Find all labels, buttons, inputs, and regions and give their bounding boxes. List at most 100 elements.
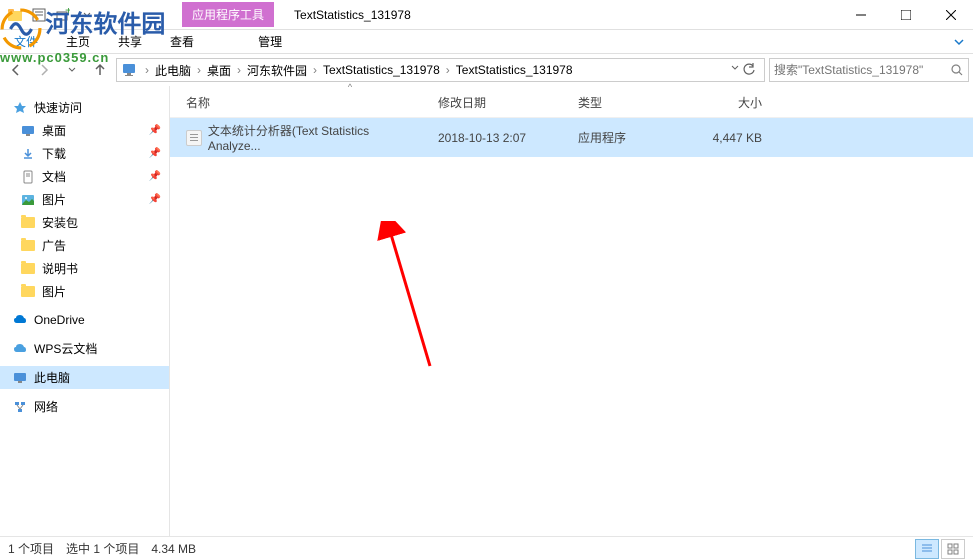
desktop-icon — [20, 123, 36, 139]
file-type: 应用程序 — [570, 129, 670, 146]
status-item-count: 1 个项目 — [8, 540, 54, 557]
file-date: 2018-10-13 2:07 — [430, 131, 570, 145]
file-size: 4,447 KB — [670, 131, 770, 145]
tab-manage[interactable]: 管理 — [244, 30, 296, 53]
nav-thispc[interactable]: 此电脑 — [0, 366, 169, 389]
folder-icon — [20, 261, 36, 277]
pictures-icon — [20, 192, 36, 208]
search-icon[interactable] — [950, 63, 964, 77]
breadcrumb-item[interactable]: TextStatistics_131978 — [321, 63, 442, 77]
ribbon-expand-icon[interactable] — [953, 36, 973, 48]
dropdown-icon[interactable] — [730, 63, 740, 77]
nav-wps[interactable]: WPS云文档 — [0, 337, 169, 360]
annotation-arrow — [360, 221, 440, 371]
maximize-button[interactable] — [883, 1, 928, 29]
address-bar: › 此电脑 › 桌面 › 河东软件园 › TextStatistics_1319… — [0, 54, 973, 86]
nav-label: 广告 — [42, 237, 66, 254]
nav-folder-item[interactable]: 图片 — [0, 280, 169, 303]
column-type[interactable]: 类型 — [570, 94, 670, 111]
nav-folder-item[interactable]: 说明书 — [0, 257, 169, 280]
folder-icon — [20, 238, 36, 254]
breadcrumb-root[interactable]: 此电脑 — [153, 62, 193, 79]
breadcrumb-item[interactable]: TextStatistics_131978 — [454, 63, 575, 77]
document-icon — [20, 169, 36, 185]
cloud-icon — [12, 312, 28, 328]
nav-label: 桌面 — [42, 122, 66, 139]
status-selected-count: 选中 1 个项目 — [66, 540, 139, 557]
cloud-icon — [12, 341, 28, 357]
nav-documents[interactable]: 文档 📌 — [0, 165, 169, 188]
nav-folder-item[interactable]: 广告 — [0, 234, 169, 257]
pin-icon: 📌 — [149, 125, 161, 136]
nav-label: 下载 — [42, 145, 66, 162]
minimize-button[interactable] — [838, 1, 883, 29]
quick-access-toolbar: + — [0, 4, 102, 26]
nav-label: WPS云文档 — [34, 340, 97, 357]
svg-text:+: + — [65, 8, 70, 17]
folder-icon — [20, 284, 36, 300]
qat-dropdown-icon[interactable] — [76, 4, 98, 26]
forward-button[interactable] — [32, 58, 56, 82]
ribbon-tabs: 文件 主页 共享 查看 管理 — [0, 30, 973, 54]
nav-label: 网络 — [34, 398, 58, 415]
status-size: 4.34 MB — [151, 542, 196, 556]
up-button[interactable] — [88, 58, 112, 82]
icons-view-button[interactable] — [941, 539, 965, 559]
properties-icon[interactable] — [28, 4, 50, 26]
file-name: 文本统计分析器(Text Statistics Analyze... — [208, 122, 422, 153]
nav-network[interactable]: 网络 — [0, 395, 169, 418]
nav-quick-access[interactable]: 快速访问 — [0, 96, 169, 119]
nav-folder-item[interactable]: 安装包 — [0, 211, 169, 234]
recent-dropdown-icon[interactable] — [60, 58, 84, 82]
breadcrumb-item[interactable]: 桌面 — [205, 62, 233, 79]
tab-share[interactable]: 共享 — [104, 30, 156, 53]
chevron-right-icon[interactable]: › — [193, 63, 205, 77]
pin-icon: 📌 — [149, 171, 161, 182]
file-list: ^ 名称 修改日期 类型 大小 文本统计分析器(Text Statistics … — [170, 86, 973, 536]
contextual-tab-label: 应用程序工具 — [182, 2, 274, 27]
breadcrumb-item[interactable]: 河东软件园 — [245, 62, 309, 79]
navigation-pane: 快速访问 桌面 📌 下载 📌 文档 📌 图片 📌 — [0, 86, 170, 536]
column-name[interactable]: 名称 — [170, 94, 430, 111]
tab-home[interactable]: 主页 — [52, 30, 104, 53]
nav-label: 说明书 — [42, 260, 78, 277]
network-icon — [12, 399, 28, 415]
search-input[interactable] — [774, 63, 950, 77]
new-folder-icon[interactable]: + — [52, 4, 74, 26]
nav-downloads[interactable]: 下载 📌 — [0, 142, 169, 165]
refresh-icon[interactable] — [742, 63, 756, 77]
nav-onedrive[interactable]: OneDrive — [0, 309, 169, 331]
exe-file-icon — [186, 130, 202, 146]
tab-file[interactable]: 文件 — [0, 30, 52, 53]
pin-icon: 📌 — [149, 194, 161, 205]
pin-icon: 📌 — [149, 148, 161, 159]
nav-label: 快速访问 — [34, 99, 82, 116]
nav-label: 图片 — [42, 191, 66, 208]
breadcrumb[interactable]: › 此电脑 › 桌面 › 河东软件园 › TextStatistics_1319… — [116, 58, 765, 82]
chevron-right-icon[interactable]: › — [233, 63, 245, 77]
nav-label: 此电脑 — [34, 369, 70, 386]
tab-view[interactable]: 查看 — [156, 30, 208, 53]
back-button[interactable] — [4, 58, 28, 82]
column-date[interactable]: 修改日期 — [430, 94, 570, 111]
close-button[interactable] — [928, 1, 973, 29]
chevron-right-icon[interactable]: › — [309, 63, 321, 77]
nav-desktop[interactable]: 桌面 📌 — [0, 119, 169, 142]
titlebar: + 应用程序工具 TextStatistics_131978 — [0, 0, 973, 30]
column-size[interactable]: 大小 — [670, 94, 770, 111]
chevron-right-icon[interactable]: › — [442, 63, 454, 77]
nav-label: 安装包 — [42, 214, 78, 231]
nav-pictures[interactable]: 图片 📌 — [0, 188, 169, 211]
folder-app-icon — [4, 4, 26, 26]
nav-label: 文档 — [42, 168, 66, 185]
nav-label: OneDrive — [34, 313, 85, 327]
details-view-button[interactable] — [915, 539, 939, 559]
search-box[interactable] — [769, 58, 969, 82]
folder-icon — [20, 215, 36, 231]
chevron-right-icon[interactable]: › — [141, 63, 153, 77]
status-bar: 1 个项目 选中 1 个项目 4.34 MB — [0, 536, 973, 560]
nav-label: 图片 — [42, 283, 66, 300]
file-row[interactable]: 文本统计分析器(Text Statistics Analyze... 2018-… — [170, 118, 973, 157]
monitor-icon — [12, 370, 28, 386]
download-icon — [20, 146, 36, 162]
